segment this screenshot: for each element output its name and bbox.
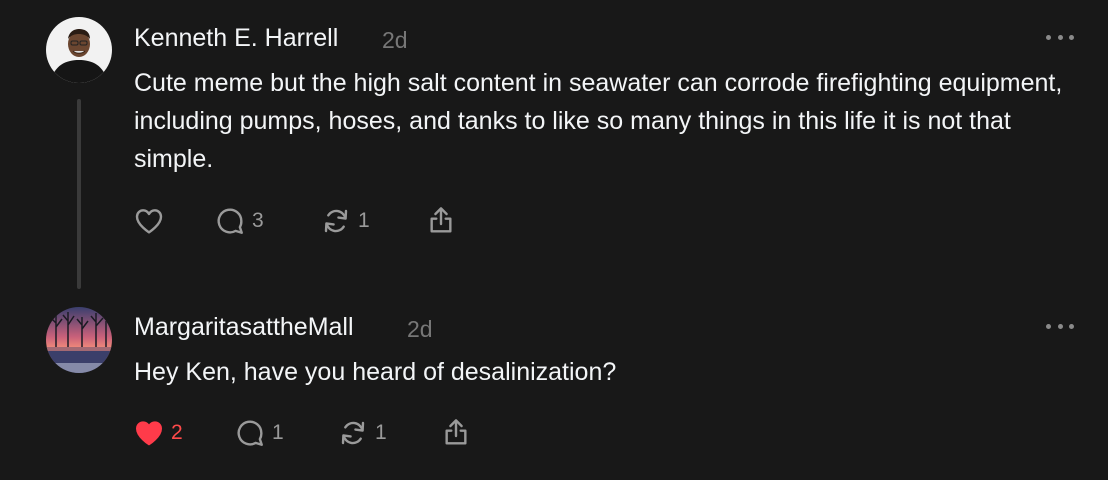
- author-name[interactable]: MargaritasattheMall: [134, 313, 354, 342]
- post-time: 2d: [407, 316, 433, 342]
- share-upload-icon: [430, 207, 452, 233]
- avatar[interactable]: [46, 307, 112, 373]
- repost-count: 1: [358, 209, 370, 232]
- share-button[interactable]: [425, 204, 457, 236]
- repost-button[interactable]: 1: [320, 205, 370, 237]
- speech-bubble-icon: [237, 420, 263, 446]
- heart-filled-icon: [136, 421, 162, 446]
- repost-count: 1: [375, 421, 387, 444]
- thread-line: [77, 99, 81, 289]
- reply-count: 1: [272, 421, 284, 444]
- like-count: 2: [171, 421, 183, 444]
- like-button[interactable]: [133, 205, 165, 237]
- comment-2: MargaritasattheMall 2d Hey Ken, have you…: [0, 300, 1108, 480]
- comment-text: Cute meme but the high salt content in s…: [134, 69, 1063, 173]
- share-button[interactable]: [440, 416, 472, 448]
- avatar[interactable]: [46, 17, 112, 83]
- repost-button[interactable]: 1: [337, 417, 387, 449]
- more-options-icon[interactable]: [1046, 31, 1074, 43]
- author-name[interactable]: Kenneth E. Harrell: [134, 24, 338, 53]
- repost-arrows-icon: [324, 209, 348, 233]
- reply-button[interactable]: 3: [214, 205, 264, 237]
- post-time: 2d: [382, 27, 408, 53]
- reply-button[interactable]: 1: [234, 417, 284, 449]
- repost-arrows-icon: [341, 421, 365, 445]
- reply-count: 3: [252, 209, 264, 232]
- speech-bubble-icon: [217, 208, 243, 234]
- like-button[interactable]: 2: [133, 417, 183, 449]
- comment-1: Kenneth E. Harrell 2d Cute meme but the …: [0, 0, 1108, 300]
- comment-text: Hey Ken, have you heard of desalinizatio…: [134, 358, 617, 386]
- share-upload-icon: [445, 419, 467, 445]
- heart-outline-icon: [135, 209, 163, 234]
- more-options-icon[interactable]: [1046, 320, 1074, 332]
